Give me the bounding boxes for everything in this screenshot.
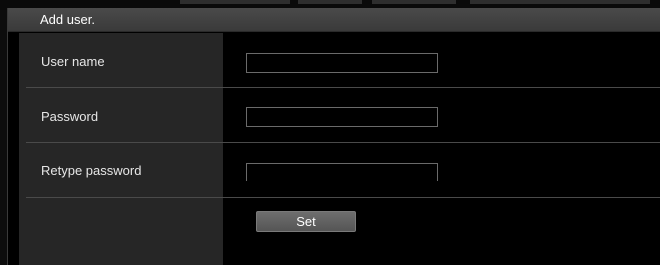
password-label: Password [41,109,99,124]
top-tab[interactable] [180,0,290,4]
retype-password-input[interactable] [246,163,438,181]
row-divider [26,87,660,88]
retype-password-label: Retype password [41,163,142,178]
set-button[interactable]: Set [256,211,356,232]
username-label: User name [41,54,105,69]
top-tab[interactable] [372,0,456,4]
panel-title: Add user. [8,8,660,32]
row-divider [26,142,660,143]
username-input[interactable] [246,53,438,73]
add-user-panel: Add user. User name Password Retype pass… [7,8,660,265]
row-divider [26,197,660,198]
top-tab[interactable] [470,0,650,4]
top-tab[interactable] [298,0,362,4]
password-input[interactable] [246,107,438,127]
